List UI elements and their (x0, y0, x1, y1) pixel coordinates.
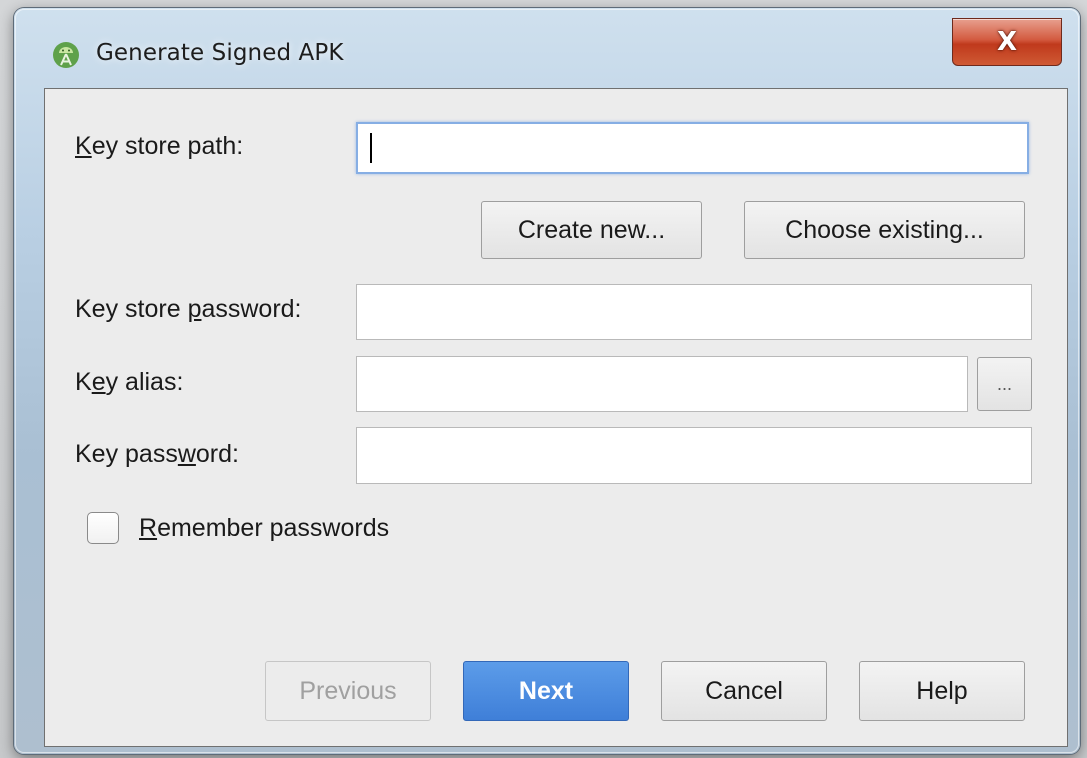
create-new-button[interactable]: Create new... (481, 201, 702, 259)
dialog-content: Key store path: Create new... Choose exi… (44, 88, 1068, 747)
key-store-path-input[interactable] (356, 122, 1029, 174)
mnemonic-w: w (177, 440, 196, 468)
help-button[interactable]: Help (859, 661, 1025, 721)
choose-existing-button[interactable]: Choose existing... (744, 201, 1025, 259)
key-alias-input[interactable] (356, 356, 968, 412)
remember-passwords-checkbox[interactable] (87, 512, 119, 544)
key-store-password-input[interactable] (356, 284, 1032, 340)
title-bar[interactable]: Generate Signed APK X (14, 8, 1080, 86)
key-password-label: Key password: (75, 440, 239, 468)
key-password-input[interactable] (356, 427, 1032, 484)
text-caret (370, 133, 372, 163)
screen: Generate Signed APK X Key store path: Cr… (0, 0, 1087, 758)
close-icon: X (996, 27, 1018, 57)
mnemonic-p: p (187, 295, 202, 323)
remember-passwords-label[interactable]: Remember passwords (139, 514, 389, 543)
previous-button[interactable]: Previous (265, 661, 431, 721)
cancel-button[interactable]: Cancel (661, 661, 827, 721)
close-button[interactable]: X (952, 18, 1062, 66)
key-alias-label: Key alias: (75, 368, 184, 396)
dialog-window: Generate Signed APK X Key store path: Cr… (14, 8, 1080, 754)
mnemonic-e: e (91, 368, 106, 396)
mnemonic-r: R (139, 514, 158, 542)
mnemonic-k: K (75, 132, 92, 160)
key-store-path-label: Key store path: (75, 132, 244, 160)
next-button[interactable]: Next (463, 661, 629, 721)
key-store-password-label: Key store password: (75, 295, 302, 323)
window-title: Generate Signed APK (96, 40, 344, 66)
key-alias-browse-button[interactable]: ... (977, 357, 1032, 411)
android-studio-icon (53, 42, 79, 68)
